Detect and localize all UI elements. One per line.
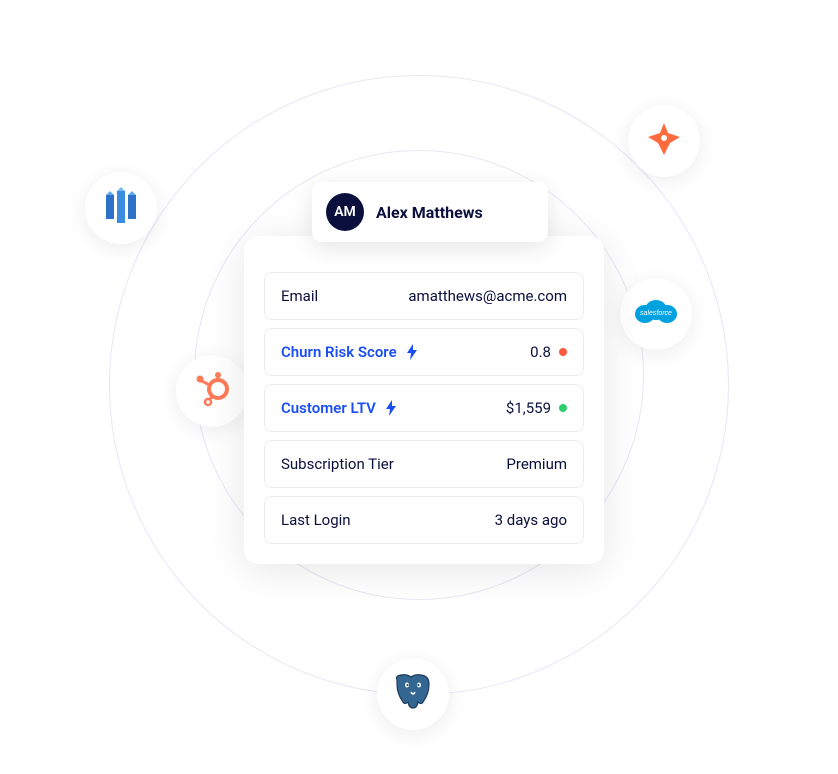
attribute-row-churn[interactable]: Churn Risk Score 0.8 <box>264 328 584 376</box>
avatar: AM <box>326 193 364 231</box>
avatar-initials: AM <box>334 204 356 220</box>
attribute-label: Customer LTV <box>281 399 398 417</box>
profile-attributes-card: Email amatthews@acme.com Churn Risk Scor… <box>244 236 604 564</box>
attribute-label: Last Login <box>281 511 351 529</box>
svg-text:salesforce: salesforce <box>640 310 672 317</box>
attribute-row-tier[interactable]: Subscription Tier Premium <box>264 440 584 488</box>
profile-name: Alex Matthews <box>376 203 483 222</box>
redshift-icon <box>100 185 142 231</box>
salesforce-icon: salesforce <box>633 296 679 332</box>
integration-redshift <box>85 172 157 244</box>
integration-postgres <box>377 658 449 730</box>
attribute-label: Subscription Tier <box>281 455 394 473</box>
integration-amplitude <box>628 105 700 177</box>
attribute-value: 3 days ago <box>495 511 567 529</box>
profile-header: AM Alex Matthews <box>312 182 548 242</box>
attribute-value: 0.8 <box>530 343 567 361</box>
attribute-label: Email <box>281 287 318 305</box>
hubspot-icon <box>192 369 232 413</box>
status-dot-danger <box>559 348 567 356</box>
bolt-icon <box>384 400 398 416</box>
integration-salesforce: salesforce <box>620 278 692 350</box>
amplitude-icon <box>644 119 684 163</box>
attribute-row-ltv[interactable]: Customer LTV $1,559 <box>264 384 584 432</box>
attribute-value: amatthews@acme.com <box>408 287 567 305</box>
bolt-icon <box>405 344 419 360</box>
attribute-label: Churn Risk Score <box>281 343 419 361</box>
attribute-row-last-login[interactable]: Last Login 3 days ago <box>264 496 584 544</box>
attribute-value: Premium <box>506 455 567 473</box>
postgres-icon <box>391 670 435 718</box>
integration-hubspot <box>176 355 248 427</box>
status-dot-good <box>559 404 567 412</box>
attribute-row-email[interactable]: Email amatthews@acme.com <box>264 272 584 320</box>
attribute-value: $1,559 <box>506 399 567 417</box>
